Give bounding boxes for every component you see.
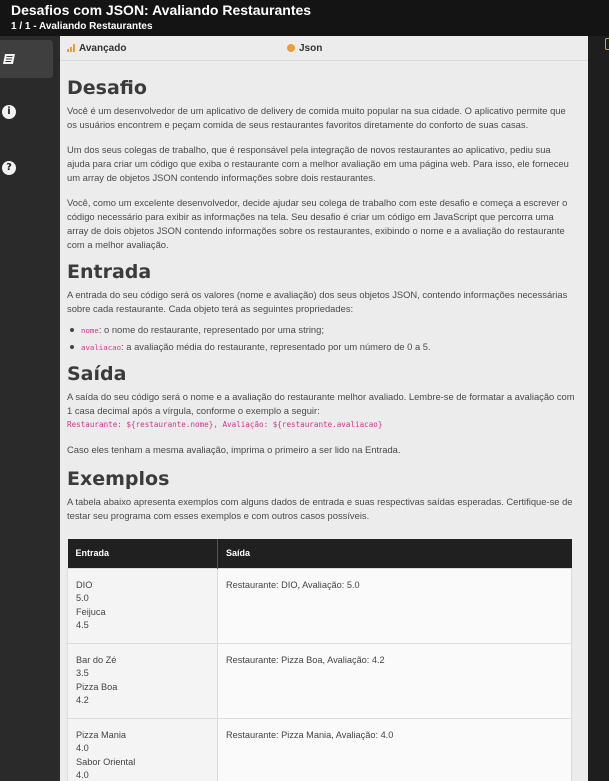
property-list: nome: o nome do restaurante, representad…: [67, 322, 575, 356]
language-dot-icon: [287, 44, 295, 52]
example-input: Bar do Zé 3.5 Pizza Boa 4.2: [67, 642, 218, 719]
info-icon: i: [2, 105, 16, 119]
column-header-saida: Saída: [217, 539, 572, 568]
exemplos-paragraph: A tabela abaixo apresenta exemplos com a…: [67, 496, 573, 521]
challenge-subtitle: 1 / 1 - Avaliando Restaurantes: [11, 21, 153, 32]
editor-tab-edge[interactable]: [605, 38, 609, 50]
output-format-code: Restaurante: ${restaurante.nome}, Avalia…: [67, 420, 383, 429]
sidebar-item-info[interactable]: i: [0, 93, 53, 131]
help-icon: ?: [2, 161, 16, 175]
example-output: Restaurante: Pizza Boa, Avaliação: 4.2: [217, 642, 572, 719]
challenge-title: Desafios com JSON: Avaliando Restaurante…: [11, 2, 312, 18]
saida-paragraph: A saída do seu código será o nome e a av…: [67, 391, 575, 416]
property-code-nome: nome: [81, 326, 99, 335]
desafio-paragraph-3: Você, como um excelente desenvolvedor, d…: [67, 197, 568, 250]
example-input: DIO 5.0 Feijuca 4.5: [67, 567, 218, 644]
top-header: Desafios com JSON: Avaliando Restaurante…: [0, 0, 609, 36]
column-header-entrada: Entrada: [67, 539, 218, 568]
table-header-row: Entrada Saída: [67, 539, 572, 568]
challenge-panel[interactable]: Avançado Json Desafio Você é um desenvol…: [60, 36, 588, 781]
language-badge: Json: [287, 39, 322, 57]
desafio-paragraph-1: Você é um desenvolvedor de um aplicativo…: [67, 105, 566, 130]
table-row: Pizza Mania 4.0 Sabor Oriental 4.0 Resta…: [67, 717, 572, 781]
right-editor-edge: [588, 36, 609, 781]
saida-note: Caso eles tenham a mesma avaliação, impr…: [67, 444, 401, 455]
list-item: avaliacao: a avaliação média do restaura…: [67, 339, 575, 356]
example-output: Restaurante: Pizza Mania, Avaliação: 4.0: [217, 717, 572, 781]
examples-table: Entrada Saída DIO 5.0 Feijuca 4.5 Restau…: [67, 539, 572, 781]
section-title-desafio: Desafio: [67, 77, 147, 99]
desafio-paragraph-2: Um dos seus colegas de trabalho, que é r…: [67, 144, 569, 183]
table-row: DIO 5.0 Feijuca 4.5 Restaurante: DIO, Av…: [67, 567, 572, 644]
sidebar-item-help[interactable]: ?: [0, 149, 53, 187]
signal-bars-icon: [67, 44, 75, 52]
divider: [60, 60, 588, 61]
section-title-saida: Saída: [67, 363, 127, 385]
book-icon: [2, 52, 16, 66]
table-row: Bar do Zé 3.5 Pizza Boa 4.2 Restaurante:…: [67, 642, 572, 719]
example-output: Restaurante: DIO, Avaliação: 5.0: [217, 567, 572, 644]
language-label: Json: [299, 42, 323, 54]
list-item: nome: o nome do restaurante, representad…: [67, 322, 575, 339]
difficulty-badge: Avançado: [67, 39, 126, 57]
difficulty-label: Avançado: [79, 42, 127, 54]
property-code-avaliacao: avaliacao: [81, 343, 122, 352]
entrada-paragraph: A entrada do seu código será os valores …: [67, 289, 568, 314]
sidebar-item-description[interactable]: [0, 40, 53, 78]
left-sidebar: i ?: [0, 36, 60, 781]
challenge-content: Desafio Você é um desenvolvedor de um ap…: [67, 76, 575, 781]
section-title-entrada: Entrada: [67, 261, 152, 283]
section-title-exemplos: Exemplos: [67, 468, 170, 490]
example-input: Pizza Mania 4.0 Sabor Oriental 4.0: [67, 717, 218, 781]
